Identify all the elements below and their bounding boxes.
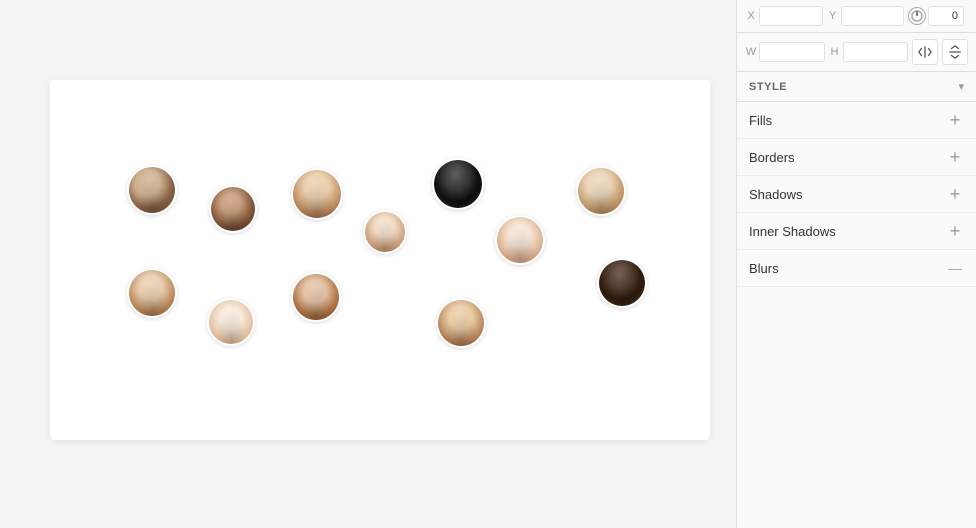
h-input-group: H	[829, 42, 909, 62]
x-input-group: X	[745, 6, 823, 26]
style-row-shadows[interactable]: Shadows +	[737, 176, 976, 213]
style-section-header[interactable]: STYLE ▾	[737, 72, 976, 102]
style-row-fills[interactable]: Fills +	[737, 102, 976, 139]
borders-label: Borders	[749, 150, 795, 165]
borders-add-icon[interactable]: +	[946, 148, 964, 166]
w-label: W	[745, 46, 757, 58]
blurs-minus-icon[interactable]: —	[946, 259, 964, 277]
inner-shadows-label: Inner Shadows	[749, 224, 836, 239]
style-row-borders[interactable]: Borders +	[737, 139, 976, 176]
angle-input-group	[908, 6, 968, 26]
h-label: H	[829, 46, 841, 58]
style-label: STYLE	[749, 81, 787, 93]
flip-horizontal-button[interactable]	[912, 39, 938, 65]
avatar-5	[363, 210, 407, 254]
avatar-3	[291, 168, 343, 220]
avatar-9	[597, 258, 647, 308]
avatar-12	[436, 298, 486, 348]
y-label: Y	[827, 10, 839, 22]
style-row-inner-shadows[interactable]: Inner Shadows +	[737, 213, 976, 250]
avatar-4	[432, 158, 484, 210]
avatar-1	[127, 165, 177, 215]
flip-vertical-button[interactable]	[942, 39, 968, 65]
avatar-8	[127, 268, 177, 318]
coord-row-1: X Y	[737, 0, 976, 33]
w-input[interactable]	[759, 42, 825, 62]
style-row-blurs[interactable]: Blurs —	[737, 250, 976, 287]
angle-icon	[908, 7, 926, 25]
angle-input[interactable]	[928, 6, 964, 26]
coord-row-2: W H	[737, 33, 976, 72]
avatar-2	[209, 185, 257, 233]
avatar-6	[576, 166, 626, 216]
w-input-group: W	[745, 42, 825, 62]
canvas	[0, 0, 736, 528]
x-label: X	[745, 10, 757, 22]
fills-label: Fills	[749, 113, 772, 128]
right-panel: X Y W H	[736, 0, 976, 528]
fills-add-icon[interactable]: +	[946, 111, 964, 129]
inner-shadows-add-icon[interactable]: +	[946, 222, 964, 240]
x-input[interactable]	[759, 6, 823, 26]
shadows-add-icon[interactable]: +	[946, 185, 964, 203]
h-input[interactable]	[843, 42, 909, 62]
avatar-10	[207, 298, 255, 346]
avatar-7	[495, 215, 545, 265]
shadows-label: Shadows	[749, 187, 802, 202]
blurs-label: Blurs	[749, 261, 779, 276]
y-input[interactable]	[841, 6, 905, 26]
avatar-11	[291, 272, 341, 322]
y-input-group: Y	[827, 6, 905, 26]
style-chevron-icon: ▾	[958, 80, 964, 93]
